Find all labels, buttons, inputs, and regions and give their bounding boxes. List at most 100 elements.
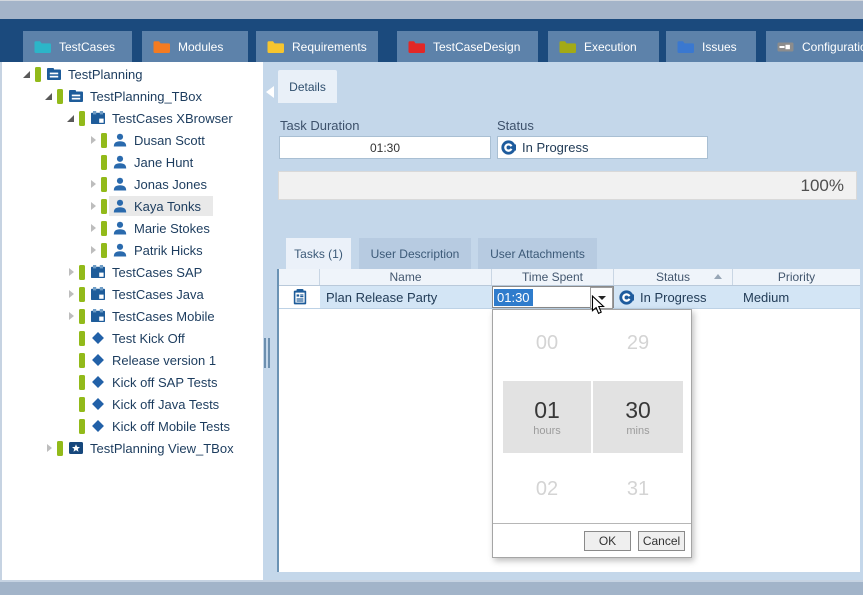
green-bar-icon (101, 177, 107, 192)
folder-icon (34, 40, 51, 54)
status-value: In Progress (522, 140, 588, 155)
green-bar-icon (57, 441, 63, 456)
mins-value: 30 (625, 397, 651, 424)
tab-configuration[interactable]: Configuration (766, 31, 863, 62)
time-spent-value-selected[interactable]: 01:30 (494, 289, 533, 306)
green-bar-icon (101, 221, 107, 236)
expander-collapsed-icon[interactable] (87, 195, 101, 217)
splitter-grip-icon[interactable] (264, 338, 270, 368)
tree-item-label: Kick off Mobile Tests (112, 419, 230, 434)
green-bar-icon (79, 265, 85, 280)
person-icon (112, 176, 128, 192)
tree-item-testplanning-view-tbox[interactable]: TestPlanning View_TBox (2, 437, 263, 459)
expander-expanded-icon[interactable] (21, 63, 35, 85)
green-bar-icon (57, 89, 63, 104)
expander-spacer (65, 393, 79, 415)
table-row-plan-release-party[interactable]: Plan Release Party 01:30 In Progress Med… (279, 286, 860, 309)
connector-icon (777, 40, 794, 54)
task-duration-input[interactable]: 01:30 (279, 136, 491, 159)
tree-item-testcases-mobile[interactable]: TestCases Mobile (2, 305, 263, 327)
expander-collapsed-icon[interactable] (87, 239, 101, 261)
column-header-time-spent[interactable]: Time Spent (492, 269, 614, 285)
name-cell[interactable]: Plan Release Party (320, 286, 492, 308)
column-header-status[interactable]: Status (614, 269, 733, 285)
column-header-name[interactable]: Name (320, 269, 492, 285)
tree-item-testplanning-tbox[interactable]: TestPlanning_TBox (2, 85, 263, 107)
tree-item-label: TestCases XBrowser (112, 111, 233, 126)
mins-prev-option[interactable]: 29 (593, 332, 683, 355)
expander-collapsed-icon[interactable] (43, 437, 57, 459)
progress-value: 100% (801, 176, 844, 196)
expander-collapsed-icon[interactable] (87, 217, 101, 239)
expander-expanded-icon[interactable] (65, 107, 79, 129)
app-window: TestCases Modules Requirements TestCaseD… (0, 0, 863, 595)
green-bar-icon (79, 111, 85, 126)
tree-item-jane-hunt[interactable]: Jane Hunt (2, 151, 263, 173)
calendar-icon (90, 308, 106, 324)
tree-item-kick-off-sap-tests[interactable]: Kick off SAP Tests (2, 371, 263, 393)
tab-modules[interactable]: Modules (142, 31, 248, 62)
tree-item-label: TestPlanning View_TBox (90, 441, 234, 456)
tab-label: TestCases (59, 40, 115, 54)
tree-item-label: TestCases Mobile (112, 309, 215, 324)
tree-item-kaya-tonks-selected[interactable]: Kaya Tonks (2, 195, 263, 217)
tree-item-kick-off-mobile-tests[interactable]: Kick off Mobile Tests (2, 415, 263, 437)
hours-value: 01 (534, 397, 560, 424)
calendar-icon (90, 286, 106, 302)
tree-item-label: Kick off SAP Tests (112, 375, 218, 390)
tree-item-test-kick-off[interactable]: Test Kick Off (2, 327, 263, 349)
expander-spacer (65, 371, 79, 393)
tree-item-release-version-1[interactable]: Release version 1 (2, 349, 263, 371)
green-bar-icon (101, 199, 107, 214)
expander-expanded-icon[interactable] (43, 85, 57, 107)
tree-item-marie-stokes[interactable]: Marie Stokes (2, 217, 263, 239)
tree-item-label: Patrik Hicks (134, 243, 203, 258)
tab-testcases[interactable]: TestCases (23, 31, 132, 62)
collapse-panel-icon[interactable] (266, 86, 274, 98)
project-tree-panel: TestPlanning TestPlanning_TBox TestCases… (2, 62, 263, 580)
tree-item-patrik-hicks[interactable]: Patrik Hicks (2, 239, 263, 261)
progress-bar: 100% (278, 171, 857, 200)
priority-cell[interactable]: Medium (733, 286, 860, 308)
tree-item-label: TestPlanning_TBox (90, 89, 202, 104)
tree-item-testcases-xbrowser[interactable]: TestCases XBrowser (2, 107, 263, 129)
hours-next-option[interactable]: 02 (503, 478, 591, 501)
tree-item-jonas-jones[interactable]: Jonas Jones (2, 173, 263, 195)
tree-item-dusan-scott[interactable]: Dusan Scott (2, 129, 263, 151)
tree-item-kick-off-java-tests[interactable]: Kick off Java Tests (2, 393, 263, 415)
notebook-icon (46, 66, 62, 82)
ok-button[interactable]: OK (584, 531, 631, 551)
diamond-icon (90, 352, 106, 368)
tab-user-description[interactable]: User Description (359, 238, 471, 269)
hours-selected-box[interactable]: 01 hours (503, 381, 591, 453)
expander-collapsed-icon[interactable] (87, 129, 101, 151)
tree-item-testcases-sap[interactable]: TestCases SAP (2, 261, 263, 283)
task-type-cell (279, 286, 320, 308)
folder-icon (153, 40, 170, 54)
tree-item-testcases-java[interactable]: TestCases Java (2, 283, 263, 305)
status-cell[interactable]: In Progress (614, 286, 733, 308)
expander-collapsed-icon[interactable] (87, 173, 101, 195)
mins-next-option[interactable]: 31 (593, 478, 683, 501)
tab-details[interactable]: Details (278, 70, 337, 103)
tree-item-testplanning[interactable]: TestPlanning (2, 63, 263, 85)
tab-testcasedesign[interactable]: TestCaseDesign (397, 31, 538, 62)
column-header-priority[interactable]: Priority (733, 269, 860, 285)
tab-requirements[interactable]: Requirements (256, 31, 378, 62)
hours-prev-option[interactable]: 00 (503, 332, 591, 355)
calendar-icon (90, 264, 106, 280)
expander-collapsed-icon[interactable] (65, 261, 79, 283)
tab-issues[interactable]: Issues (666, 31, 756, 62)
green-bar-icon (79, 287, 85, 302)
tab-tasks[interactable]: Tasks (1) (286, 238, 351, 270)
tab-user-attachments[interactable]: User Attachments (478, 238, 597, 269)
tab-execution[interactable]: Execution (548, 31, 659, 62)
cancel-button[interactable]: Cancel (638, 531, 685, 551)
column-header-icon[interactable] (279, 269, 320, 285)
mins-selected-box[interactable]: 30 mins (593, 381, 683, 453)
expander-collapsed-icon[interactable] (65, 305, 79, 327)
tab-label: Requirements (292, 40, 367, 54)
expander-collapsed-icon[interactable] (65, 283, 79, 305)
status-input[interactable]: In Progress (497, 136, 708, 159)
diamond-icon (90, 374, 106, 390)
